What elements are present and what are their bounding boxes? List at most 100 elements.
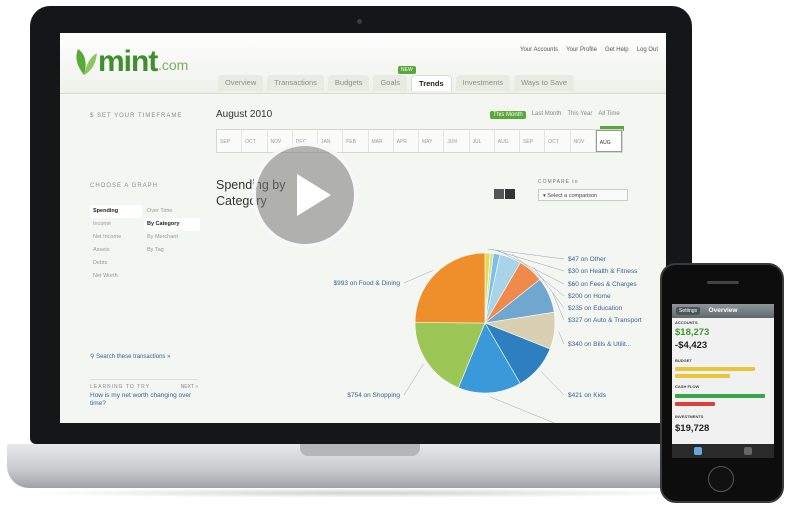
graph-income[interactable]: Income [90, 218, 142, 231]
mint-header: mint .com Your Accounts Your Profile Get… [60, 33, 666, 94]
tab-trends[interactable]: Trends [411, 75, 452, 91]
category-label[interactable]: $754 on Shopping [347, 392, 400, 399]
pie-slice[interactable] [414, 252, 486, 324]
link-your-profile[interactable]: Your Profile [566, 47, 597, 53]
leaf-icon [76, 49, 97, 75]
timeline-month[interactable]: JUL [470, 130, 495, 152]
phone-settings-tab-icon[interactable] [744, 447, 752, 455]
link-get-help[interactable]: Get Help [605, 47, 629, 53]
phone-accounts-section[interactable]: ACCOUNTS $18,273 -$4,423 [672, 318, 774, 357]
laptop-shadow [20, 488, 710, 498]
category-label[interactable]: $327 on Auto & Transport [568, 317, 642, 324]
phone-budget-section[interactable]: BUDGET [672, 356, 774, 383]
top-links: Your Accounts Your Profile Get Help Log … [520, 47, 658, 53]
view-toggle [494, 189, 515, 199]
learning-question-link[interactable]: How is my net worth changing over time? [90, 392, 198, 408]
view-by-tag[interactable]: By Tag [144, 244, 200, 257]
compare-select-label: Select a comparison [547, 193, 598, 199]
category-label[interactable]: $993 on Food & Dining [334, 280, 401, 287]
timeline-month[interactable]: SEP [217, 130, 243, 152]
month-title: August 2010 [216, 109, 273, 120]
link-log-out[interactable]: Log Out [637, 47, 658, 53]
mint-logo-com: .com [158, 57, 189, 73]
view-over-time[interactable]: Over Time [144, 205, 200, 218]
phone-speaker [707, 281, 739, 284]
search-transactions-label: Search these transactions » [96, 354, 171, 360]
period-this-month[interactable]: This Month [490, 111, 526, 119]
mint-logo[interactable]: mint [98, 45, 158, 79]
timeline-month[interactable]: APR [394, 130, 419, 152]
tab-overview[interactable]: Overview [218, 75, 264, 91]
phone-accounts-value: $18,273 [675, 327, 710, 338]
period-last-month[interactable]: Last Month [532, 111, 562, 119]
link-your-accounts[interactable]: Your Accounts [520, 47, 558, 53]
compare-select[interactable]: ▾ Select a comparison [538, 189, 628, 201]
timeframe-label: $ SET YOUR TIMEFRAME [90, 113, 183, 119]
learning-box: LEARNING TO TRY NEXT » How is my net wor… [90, 379, 198, 412]
leader-line [540, 371, 565, 396]
timeline-month[interactable]: AUG [495, 130, 520, 152]
compare-label: COMPARE to [538, 179, 579, 185]
laptop-base-notch [300, 444, 420, 456]
phone-spending-bar [675, 402, 715, 406]
timeline-month[interactable]: FEB [343, 130, 369, 152]
timeline-month[interactable]: OCT [545, 130, 571, 152]
timeline-month-selected[interactable]: AUG [595, 130, 622, 152]
graph-assets[interactable]: Assets [90, 244, 142, 257]
period-all-time[interactable]: All Time [598, 111, 619, 119]
view-by-merchant[interactable]: By Merchant [144, 231, 200, 244]
category-label[interactable]: $421 on Kids [568, 392, 607, 399]
phone-investments-section[interactable]: INVESTMENTS $19,728 [672, 412, 774, 445]
leader-line [403, 363, 424, 396]
graph-spending[interactable]: Spending [90, 205, 142, 218]
bar-view-icon[interactable] [494, 189, 504, 199]
graph-net-income[interactable]: Net Income [90, 231, 142, 244]
spending-pie-chart: $47 on Other $30 on Health & Fitness $60 o… [334, 248, 642, 423]
phone-overview-tab-icon[interactable] [694, 447, 702, 455]
phone-settings-button[interactable]: Settings [676, 307, 701, 315]
leader-line [558, 331, 565, 345]
category-label[interactable]: $235 on Education [568, 305, 623, 312]
play-button[interactable] [252, 142, 358, 248]
tab-investments[interactable]: Investments [455, 75, 511, 91]
category-label[interactable]: $30 on Health & Fitness [568, 268, 638, 275]
laptop-camera [357, 19, 362, 24]
tab-goals[interactable]: Goals [373, 75, 408, 91]
laptop-screen: mint .com Your Accounts Your Profile Get… [60, 33, 666, 423]
learning-label: LEARNING TO TRY [90, 384, 150, 390]
phone-investments-value: $19,728 [675, 423, 710, 434]
leader-line [489, 396, 555, 423]
category-label[interactable]: $200 on Home [568, 293, 611, 300]
category-label[interactable]: $60 on Fees & Charges [568, 281, 637, 288]
phone-home-button[interactable] [708, 466, 734, 492]
view-by-category[interactable]: By Category [144, 218, 200, 231]
tab-ways-to-save[interactable]: Ways to Save [514, 75, 575, 91]
phone-cashflow-caption: CASH FLOW [675, 384, 700, 389]
play-icon [297, 174, 331, 216]
pie-view-icon[interactable] [505, 189, 515, 199]
graph-debts[interactable]: Debts [90, 257, 142, 270]
learning-next-link[interactable]: NEXT » [181, 384, 198, 390]
category-label[interactable]: $47 on Other [568, 256, 607, 263]
new-badge: NEW [398, 66, 416, 74]
phone-budget-bar [675, 374, 730, 378]
phone-accounts-debt: -$4,423 [675, 340, 708, 351]
phone-navbar: Overview Settings [672, 304, 774, 318]
graph-net-worth[interactable]: Net Worth [90, 270, 142, 283]
graph-view-list: Over Time By Category By Merchant By Tag [144, 205, 200, 257]
period-this-year[interactable]: This Year [567, 111, 592, 119]
graph-type-list: Spending Income Net Income Assets Debts … [90, 205, 142, 283]
tab-transactions[interactable]: Transactions [267, 75, 324, 91]
timeline-month[interactable]: JUN [444, 130, 470, 152]
tab-budgets[interactable]: Budgets [327, 75, 370, 91]
nav-tabs: Overview Transactions Budgets Goals Tren… [218, 75, 575, 91]
phone-cashflow-section[interactable]: CASH FLOW [672, 382, 774, 413]
timeline-month[interactable]: OCT [242, 130, 268, 152]
phone-accounts-caption: ACCOUNTS [675, 320, 698, 325]
timeline-month[interactable]: NOV [571, 130, 596, 152]
timeline-month[interactable]: MAR [369, 130, 394, 152]
search-transactions-link[interactable]: ⚲ Search these transactions » [90, 353, 170, 360]
timeline-month[interactable]: SEP [520, 130, 546, 152]
category-label[interactable]: $340 on Bills & Utilit... [568, 341, 631, 348]
timeline-month[interactable]: MAY [419, 130, 445, 152]
